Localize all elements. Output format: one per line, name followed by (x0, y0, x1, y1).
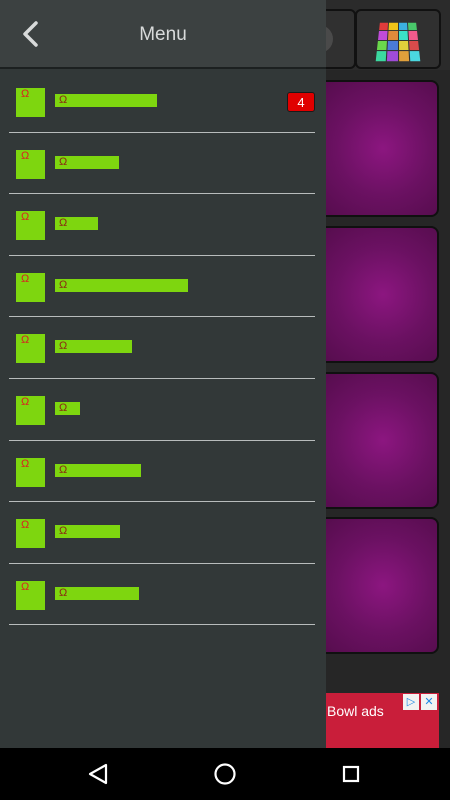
navigation-drawer: Menu ΩΩ4ΩΩΩΩΩΩΩΩΩΩΩΩΩΩΩΩ (0, 0, 326, 748)
grid-cell (378, 31, 388, 40)
menu-item-label: Ω (55, 94, 157, 107)
menu-item-icon: Ω (16, 88, 45, 117)
menu-item-label: Ω (55, 340, 132, 354)
menu-item-glyph: Ω (21, 149, 30, 162)
grid-cell (379, 22, 389, 31)
menu-item-label: Ω (55, 586, 139, 600)
menu-item-glyph: Ω (21, 211, 30, 224)
grid-cell (407, 22, 417, 31)
menu-item-glyph: Ω (21, 272, 30, 285)
grid-cell (388, 31, 398, 40)
menu-item[interactable]: ΩΩ (0, 256, 326, 318)
menu-item-icon: Ω (16, 334, 45, 364)
system-navigation-bar (0, 748, 450, 800)
menu-item[interactable]: ΩΩ (0, 317, 326, 379)
menu-item-glyph: Ω (21, 457, 30, 470)
menu-item-glyph: Ω (59, 401, 68, 414)
nav-recents-button[interactable] (337, 760, 365, 788)
menu-item-glyph: Ω (59, 155, 68, 168)
menu-item-glyph: Ω (21, 580, 30, 593)
nav-home-button[interactable] (211, 760, 239, 788)
menu-item[interactable]: ΩΩ (0, 194, 326, 256)
drawer-title: Menu (139, 24, 187, 45)
menu-item[interactable]: ΩΩ (0, 379, 326, 441)
menu-item[interactable]: ΩΩ (0, 133, 326, 195)
adchoices-icon[interactable]: ▷ (403, 694, 419, 710)
triangle-back-icon (88, 763, 108, 785)
menu-item-glyph: Ω (59, 278, 68, 291)
notification-badge: 4 (287, 92, 315, 112)
menu-list: ΩΩ4ΩΩΩΩΩΩΩΩΩΩΩΩΩΩΩΩ (0, 71, 326, 625)
grid-cell (398, 50, 409, 62)
circle-home-icon (214, 763, 236, 785)
grid-cell (376, 40, 388, 50)
menu-item-icon: Ω (16, 211, 45, 241)
menu-item-glyph: Ω (59, 525, 68, 538)
menu-item-glyph: Ω (21, 334, 30, 347)
grid-pads-icon (375, 22, 421, 62)
menu-item-icon: Ω (16, 272, 45, 302)
menu-item-label: Ω (55, 217, 98, 231)
grid-cell (409, 50, 421, 62)
grid-cell (388, 22, 398, 31)
menu-item-glyph: Ω (59, 340, 68, 353)
grid-cell (387, 50, 398, 62)
menu-item-label: Ω (55, 525, 120, 539)
menu-item-glyph: Ω (21, 88, 30, 100)
grid-cell (398, 40, 409, 50)
grid-cell (398, 31, 408, 40)
grid-cell (387, 40, 398, 50)
menu-item[interactable]: ΩΩ (0, 441, 326, 503)
drawer-header: Menu (0, 0, 326, 69)
menu-item-icon: Ω (16, 580, 45, 610)
menu-item-icon: Ω (16, 149, 45, 179)
menu-item-label: Ω (55, 401, 80, 415)
screen: Bowl ads ▷ ✕ Menu ΩΩ4ΩΩΩΩΩΩΩΩΩΩΩΩΩΩΩΩ (0, 0, 450, 800)
grid-cell (375, 50, 387, 62)
menu-item-label: Ω (55, 155, 119, 169)
nav-back-button[interactable] (85, 760, 113, 788)
ad-controls: ▷ ✕ (403, 694, 437, 710)
grid-cell (408, 31, 418, 40)
menu-item-label: Ω (55, 278, 188, 292)
menu-item[interactable]: Ω Ω 4 (0, 71, 326, 133)
square-recents-icon (342, 765, 360, 783)
grid-cell (408, 40, 420, 50)
menu-item[interactable]: ΩΩ (0, 564, 326, 626)
menu-item-glyph: Ω (59, 217, 68, 230)
menu-item-glyph: Ω (59, 94, 68, 106)
menu-item[interactable]: ΩΩ (0, 502, 326, 564)
menu-item-icon: Ω (16, 457, 45, 487)
menu-item-icon: Ω (16, 519, 45, 549)
menu-item-icon: Ω (16, 395, 45, 425)
close-icon[interactable]: ✕ (421, 694, 437, 710)
menu-item-glyph: Ω (21, 519, 30, 532)
menu-item-glyph: Ω (59, 586, 68, 599)
menu-item-label: Ω (55, 463, 141, 477)
menu-item-glyph: Ω (59, 463, 68, 476)
grid-cell (398, 22, 408, 31)
ad-text: Bowl ads (327, 703, 384, 719)
menu-item-glyph: Ω (21, 395, 30, 408)
